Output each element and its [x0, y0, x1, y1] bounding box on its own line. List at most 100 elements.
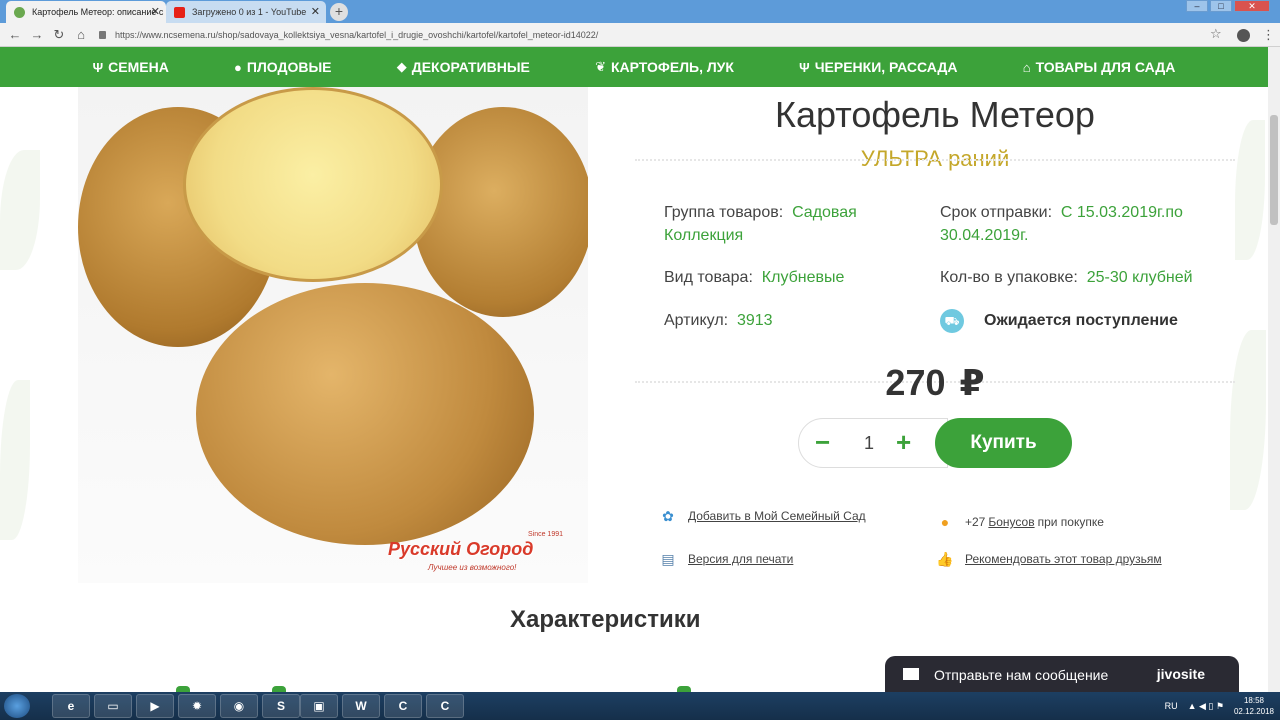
nav-item-fruit[interactable]: ● ПЛОДОВЫЕ — [234, 59, 331, 75]
reload-icon[interactable]: ↻ — [50, 26, 68, 44]
price-value: 270 — [885, 362, 946, 403]
prop-type-value[interactable]: Клубневые — [762, 269, 845, 286]
nav-item-cuttings[interactable]: Ψ ЧЕРЕНКИ, РАССАДА — [799, 59, 957, 75]
site-favicon — [14, 7, 25, 18]
characteristics-heading: Характеристики — [510, 606, 701, 633]
browser-tab-youtube[interactable]: Загружено 0 из 1 - YouTube ✕ — [166, 1, 326, 23]
prop-label: Вид товара: — [664, 269, 753, 286]
nav-label: СЕМЕНА — [108, 59, 169, 75]
prop-pack-value: 25-30 клубней — [1086, 269, 1193, 286]
link-text: Рекомендовать этот товар друзьям — [965, 552, 1162, 566]
extension-icon[interactable] — [1237, 29, 1250, 42]
potato-right-back — [413, 107, 588, 317]
clock[interactable]: 18:58 02.12.2018 — [1234, 695, 1274, 717]
address-bar-row: ← → ↻ ⌂ https://www.ncsemena.ru/shop/sad… — [0, 23, 1280, 47]
forward-arrow-icon[interactable]: → — [28, 26, 46, 44]
apple-icon: ● — [234, 59, 242, 75]
skype-taskbar-icon[interactable]: S — [262, 694, 300, 718]
nav-label: ТОВАРЫ ДЛЯ САДА — [1035, 59, 1176, 75]
screen: Картофель Метеор: описание с ✕ Загружено… — [0, 0, 1280, 720]
camtasia-recorder-taskbar-icon[interactable]: C — [426, 694, 464, 718]
camtasia-taskbar-icon[interactable]: C — [384, 694, 422, 718]
seedling-icon: Ψ — [799, 59, 810, 75]
chat-prompt: Отправьте нам сообщение — [934, 667, 1109, 683]
nav-item-seeds[interactable]: Ψ СЕМЕНА — [93, 59, 169, 75]
brand-name: Русский Огород — [388, 539, 534, 559]
increase-quantity-button[interactable]: + — [896, 429, 911, 455]
language-indicator[interactable]: RU — [1165, 701, 1178, 711]
quantity-stepper: − 1 + — [798, 418, 948, 468]
minimize-button[interactable]: – — [1186, 0, 1208, 12]
coin-icon: ● — [940, 514, 950, 530]
ie-taskbar-icon[interactable]: e — [52, 694, 90, 718]
tray-icons[interactable]: ▲ ◀ ▯ ⚑ — [1188, 701, 1224, 712]
page-scrollbar[interactable] — [1268, 47, 1280, 692]
url-text: https://www.ncsemena.ru/shop/sadovaya_ko… — [115, 30, 599, 40]
product-title: Картофель Метеор — [775, 94, 1095, 135]
leaf-icon: ❦ — [595, 59, 606, 74]
prop-label: Артикул: — [664, 312, 729, 329]
nav-label: ЧЕРЕНКИ, РАССАДА — [814, 59, 958, 75]
chat-widget[interactable]: Отправьте нам сообщение jivosite — [885, 656, 1239, 694]
prop-label: Кол-во в упаковке: — [940, 269, 1078, 286]
maximize-button[interactable]: □ — [1210, 0, 1232, 12]
close-tab-icon[interactable]: ✕ — [311, 5, 320, 18]
chat-brand: jivosite — [1156, 666, 1205, 682]
scrollbar-thumb[interactable] — [1270, 115, 1278, 225]
bg-leaf-decoration — [0, 380, 30, 540]
app-taskbar-icon[interactable]: ✹ — [178, 694, 216, 718]
start-button[interactable] — [4, 694, 30, 718]
home-icon[interactable]: ⌂ — [72, 26, 90, 44]
photo-taskbar-icon[interactable]: ▣ — [300, 694, 338, 718]
window-close-button[interactable]: ✕ — [1234, 0, 1270, 12]
brand-slogan: Лучшее из возможного! — [428, 563, 517, 572]
prop-group: Группа товаров: Садовая Коллекция — [664, 201, 914, 247]
print-version-link[interactable]: ▤ Версия для печати — [658, 549, 793, 569]
delivery-truck-icon: ⛟ — [940, 309, 964, 333]
media-player-taskbar-icon[interactable]: ▶ — [136, 694, 174, 718]
clock-time: 18:58 — [1243, 696, 1264, 705]
nav-label: КАРТОФЕЛЬ, ЛУК — [611, 59, 734, 75]
printer-icon: ▤ — [661, 551, 675, 567]
windows-taskbar: e ▭ ▶ ✹ ◉ S ▣ W C C RU ▲ ◀ ▯ ⚑ 18:58 02.… — [0, 692, 1280, 720]
decrease-quantity-button[interactable]: − — [815, 429, 830, 455]
site-main-nav: Ψ СЕМЕНА ● ПЛОДОВЫЕ ◆ ДЕКОРАТИВНЫЕ ❦ КАРТОФЕ… — [0, 47, 1268, 87]
dotted-divider — [635, 159, 1235, 161]
add-family-garden-link[interactable]: ✿ Добавить в Мой Семейный Сад — [658, 506, 866, 526]
new-tab-button[interactable]: + — [330, 3, 348, 21]
potato-front — [196, 283, 534, 545]
lock-icon — [99, 31, 106, 39]
chrome-taskbar-icon[interactable]: ◉ — [220, 694, 258, 718]
brand-since: Since 1991 — [527, 531, 563, 538]
back-arrow-icon[interactable]: ← — [6, 26, 24, 44]
nav-label: ПЛОДОВЫЕ — [246, 59, 332, 75]
nav-item-potato-onion[interactable]: ❦ КАРТОФЕЛЬ, ЛУК — [595, 59, 734, 75]
sprout-icon: Ψ — [92, 59, 104, 75]
word-taskbar-icon[interactable]: W — [342, 694, 380, 718]
buy-button[interactable]: Купить — [935, 418, 1072, 468]
nav-item-garden-goods[interactable]: ⌂ ТОВАРЫ ДЛЯ САДА — [1023, 59, 1176, 75]
nav-item-decorative[interactable]: ◆ ДЕКОРАТИВНЫЕ — [397, 59, 530, 75]
bookmark-star-icon[interactable]: ☆ — [1210, 26, 1222, 42]
bonus-suffix: при покупке — [1037, 515, 1104, 529]
explorer-taskbar-icon[interactable]: ▭ — [94, 694, 132, 718]
bg-leaf-decoration — [1235, 120, 1265, 260]
availability-status: ⛟ Ожидается поступление — [940, 309, 1178, 333]
flower-pot-icon: ✿ — [662, 508, 674, 524]
quantity-input[interactable]: 1 — [859, 433, 879, 454]
recommend-link[interactable]: 👍 Рекомендовать этот товар друзьям — [935, 549, 1162, 569]
prop-type: Вид товара: Клубневые — [664, 266, 844, 289]
envelope-icon — [903, 668, 919, 680]
close-tab-icon[interactable]: ✕ — [151, 5, 160, 18]
url-field[interactable]: https://www.ncsemena.ru/shop/sadovaya_ko… — [95, 26, 1225, 44]
availability-text: Ожидается поступление — [984, 312, 1178, 329]
prop-label: Срок отправки: — [940, 204, 1053, 221]
window-controls: – □ ✕ — [1186, 0, 1270, 12]
prop-ship: Срок отправки: С 15.03.2019г.по 30.04.20… — [940, 201, 1220, 247]
bonus-info: ● +27 Бонусов при покупке — [935, 512, 1104, 532]
bonus-link[interactable]: Бонусов — [988, 515, 1034, 529]
clock-date: 02.12.2018 — [1233, 707, 1274, 716]
browser-tab-active[interactable]: Картофель Метеор: описание с ✕ — [6, 1, 166, 23]
browser-menu-icon[interactable]: ⋮ — [1262, 27, 1275, 43]
product-photo[interactable]: Since 1991 Русский Огород Лучшее из возм… — [78, 87, 588, 583]
